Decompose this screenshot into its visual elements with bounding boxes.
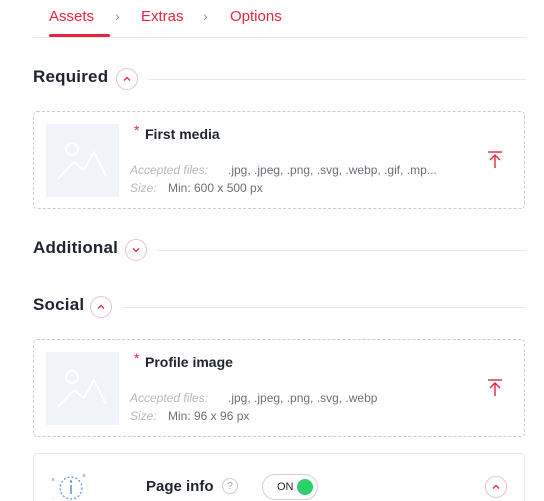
page-info-toggle[interactable]: ON xyxy=(262,474,318,500)
accepted-files-value: .jpg, .jpeg, .png, .svg, .webp xyxy=(228,391,378,405)
image-placeholder-icon xyxy=(46,352,119,425)
accepted-files-label: Accepted files: xyxy=(130,391,209,405)
switch-knob xyxy=(297,479,313,495)
active-step-indicator xyxy=(49,34,110,37)
media-title: Profile image xyxy=(145,354,233,370)
section-divider xyxy=(122,307,526,308)
chevron-up-icon[interactable] xyxy=(116,68,138,90)
svg-text:·: · xyxy=(52,496,54,501)
section-divider xyxy=(157,250,526,251)
section-required-header: Required xyxy=(33,67,526,91)
help-icon[interactable]: ? xyxy=(222,478,238,494)
media-upload-card-profile[interactable]: * Profile image Accepted files: .jpg, .j… xyxy=(33,339,525,437)
accepted-files-label: Accepted files: xyxy=(130,163,209,177)
section-additional-header: Additional xyxy=(33,238,526,262)
switch-label: ON xyxy=(277,481,294,493)
section-divider xyxy=(148,79,526,80)
accepted-files-value: .jpg, .jpeg, .png, .svg, .webp, .gif, .m… xyxy=(228,163,437,177)
size-value: Min: 96 x 96 px xyxy=(168,409,250,423)
chevron-right-icon: › xyxy=(115,8,120,24)
media-title: First media xyxy=(145,126,220,142)
section-title: Social xyxy=(33,295,85,314)
chevron-right-icon: › xyxy=(203,8,208,24)
media-upload-card-first[interactable]: * First media Accepted files: .jpg, .jpe… xyxy=(33,111,525,209)
size-value: Min: 600 x 500 px xyxy=(168,181,263,195)
required-mark: * xyxy=(134,122,140,138)
chevron-up-icon[interactable] xyxy=(485,476,507,498)
page-info-panel: × × · Page info ? ON xyxy=(33,453,525,501)
section-title: Additional xyxy=(33,238,119,257)
section-social-header: Social xyxy=(33,295,526,319)
stepper-nav: Assets › Extras › Options xyxy=(33,0,526,38)
step-options[interactable]: Options xyxy=(230,8,282,25)
info-icon: × × · xyxy=(51,473,86,501)
size-label: Size: xyxy=(130,181,157,195)
required-mark: * xyxy=(134,350,140,366)
section-title: Required xyxy=(33,67,109,86)
svg-text:×: × xyxy=(82,473,86,480)
step-assets[interactable]: Assets xyxy=(49,8,94,25)
upload-icon[interactable] xyxy=(486,150,504,170)
upload-icon[interactable] xyxy=(486,378,504,398)
image-placeholder-icon xyxy=(46,124,119,197)
chevron-up-icon[interactable] xyxy=(90,296,112,318)
step-extras[interactable]: Extras xyxy=(141,8,184,25)
chevron-down-icon[interactable] xyxy=(125,239,147,261)
size-label: Size: xyxy=(130,409,157,423)
svg-text:×: × xyxy=(51,477,55,484)
page-info-title: Page info xyxy=(146,478,214,495)
